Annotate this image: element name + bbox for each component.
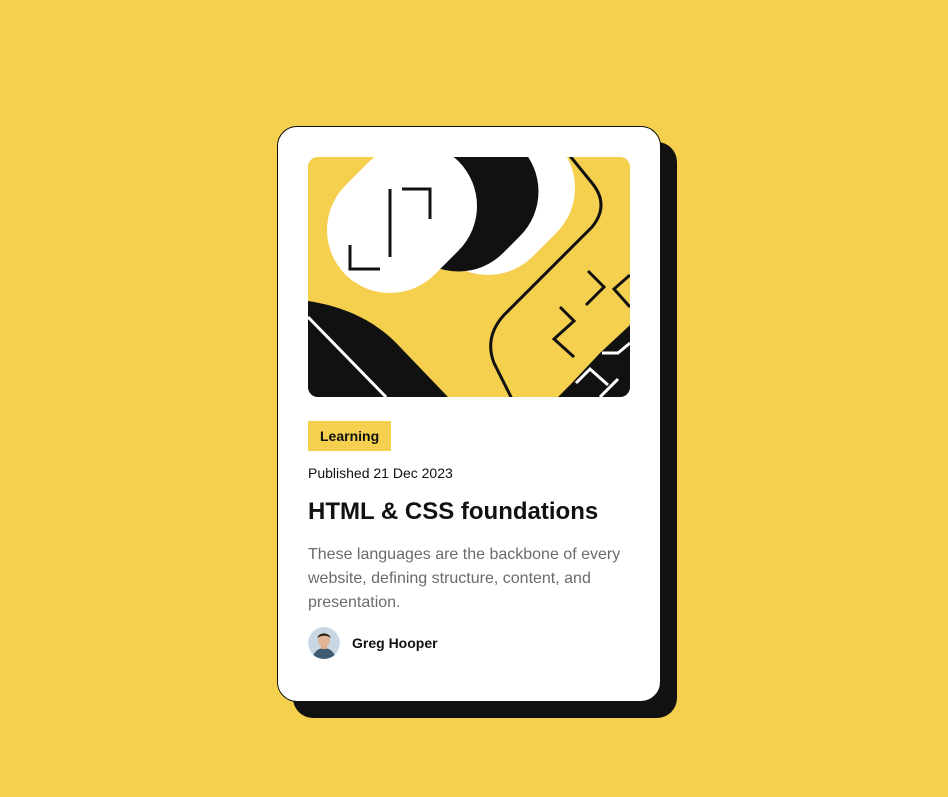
blog-preview-card: Learning Published 21 Dec 2023 HTML & CS… <box>277 126 661 702</box>
published-date: Published 21 Dec 2023 <box>308 465 453 481</box>
category-tag: Learning <box>308 421 392 451</box>
hero-illustration <box>308 157 630 397</box>
author: Greg Hooper <box>308 627 438 659</box>
card-title[interactable]: HTML & CSS foundations <box>308 497 598 527</box>
avatar <box>308 627 340 659</box>
card-description: These languages are the backbone of ever… <box>308 546 621 611</box>
author-name: Greg Hooper <box>352 635 438 651</box>
